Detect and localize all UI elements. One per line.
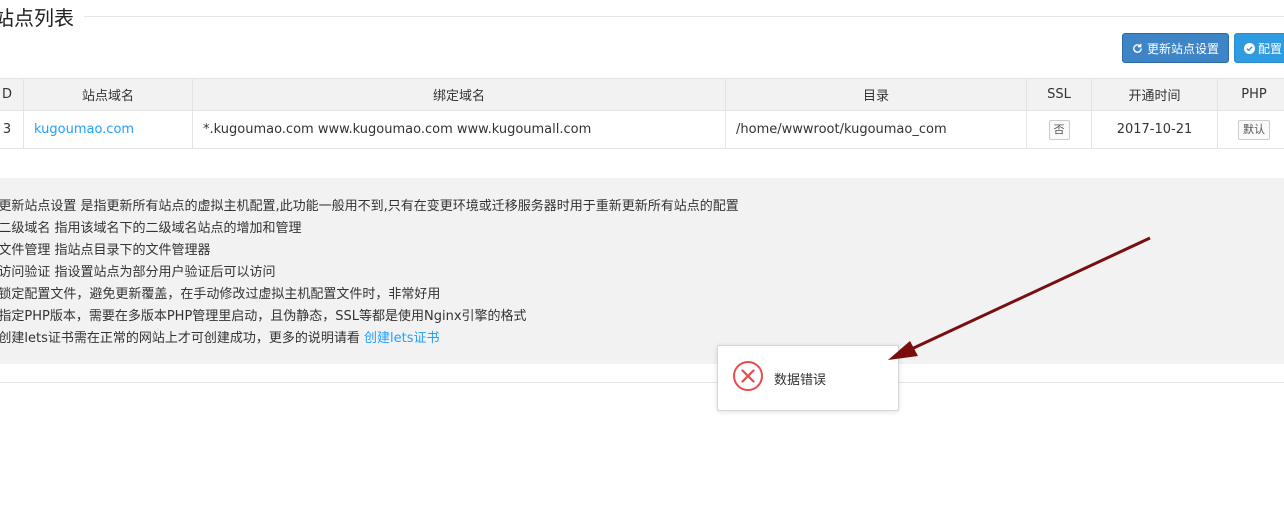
refresh-icon	[1132, 42, 1144, 54]
help-item: :二级域名 指用该域名下的二级域名站点的增加和管理	[0, 221, 302, 236]
bottom-divider	[0, 382, 1284, 383]
check-circle-icon	[1243, 42, 1255, 54]
row-bind-domains: *.kugoumao.com www.kugoumao.com www.kugo…	[192, 110, 726, 149]
error-toast: 数据错误	[717, 345, 899, 411]
help-item: :访问验证 指设置站点为部分用户验证后可以访问	[0, 265, 276, 280]
help-notes: :更新站点设置 是指更新所有站点的虚拟主机配置,此功能一般用不到,只有在变更环境…	[0, 178, 1284, 364]
col-id: D	[0, 78, 24, 111]
table-row: 3 kugoumao.com *.kugoumao.com www.kugoum…	[0, 110, 1284, 149]
table-header-row: D 站点域名 绑定域名 目录 SSL 开通时间 PHP	[0, 78, 1284, 111]
config-label: 配置	[1258, 41, 1283, 56]
help-item: :更新站点设置 是指更新所有站点的虚拟主机配置,此功能一般用不到,只有在变更环境…	[0, 199, 739, 214]
error-message: 数据错误	[774, 372, 827, 388]
help-item: :创建lets证书需在正常的网站上才可创建成功，更多的说明请看 创建lets证书	[0, 328, 1284, 350]
php-version-button[interactable]: 默认	[1238, 119, 1270, 140]
help-item: :文件管理 指站点目录下的文件管理器	[0, 243, 211, 258]
cell-domain: kugoumao.com	[23, 110, 193, 149]
page-title: 站点列表	[0, 4, 84, 32]
cell-php: 默认	[1217, 110, 1284, 149]
row-directory: /home/wwwroot/kugoumao_com	[725, 110, 1027, 149]
col-bind-domains: 绑定域名	[192, 78, 726, 111]
toolbar: 更新站点设置 配置	[1122, 33, 1284, 63]
help-item: :指定PHP版本，需要在多版本PHP管理里启动，且伪静态，SSL等都是使用Ngi…	[0, 309, 527, 324]
cell-ssl: 否	[1026, 110, 1092, 149]
row-open-time: 2017-10-21	[1091, 110, 1218, 149]
lets-cert-link[interactable]: 创建lets证书	[364, 331, 439, 346]
row-id: 3	[0, 110, 24, 149]
col-directory: 目录	[725, 78, 1027, 111]
help-item-text: :创建lets证书需在正常的网站上才可创建成功，更多的说明请看	[0, 331, 364, 346]
col-php: PHP	[1217, 78, 1284, 111]
error-icon	[732, 360, 774, 396]
col-open-time: 开通时间	[1091, 78, 1218, 111]
rebuild-sites-label: 更新站点设置	[1146, 41, 1219, 56]
title-rule	[0, 16, 1284, 17]
col-ssl: SSL	[1026, 78, 1092, 111]
col-domain: 站点域名	[23, 78, 193, 111]
ssl-toggle[interactable]: 否	[1048, 119, 1070, 140]
sites-table: D 站点域名 绑定域名 目录 SSL 开通时间 PHP 3 kugoumao.c…	[0, 78, 1284, 149]
rebuild-sites-button[interactable]: 更新站点设置	[1122, 33, 1229, 63]
site-domain-link[interactable]: kugoumao.com	[34, 122, 134, 137]
config-button[interactable]: 配置	[1234, 33, 1284, 63]
help-item: :锁定配置文件，避免更新覆盖，在手动修改过虚拟主机配置文件时，非常好用	[0, 287, 441, 302]
